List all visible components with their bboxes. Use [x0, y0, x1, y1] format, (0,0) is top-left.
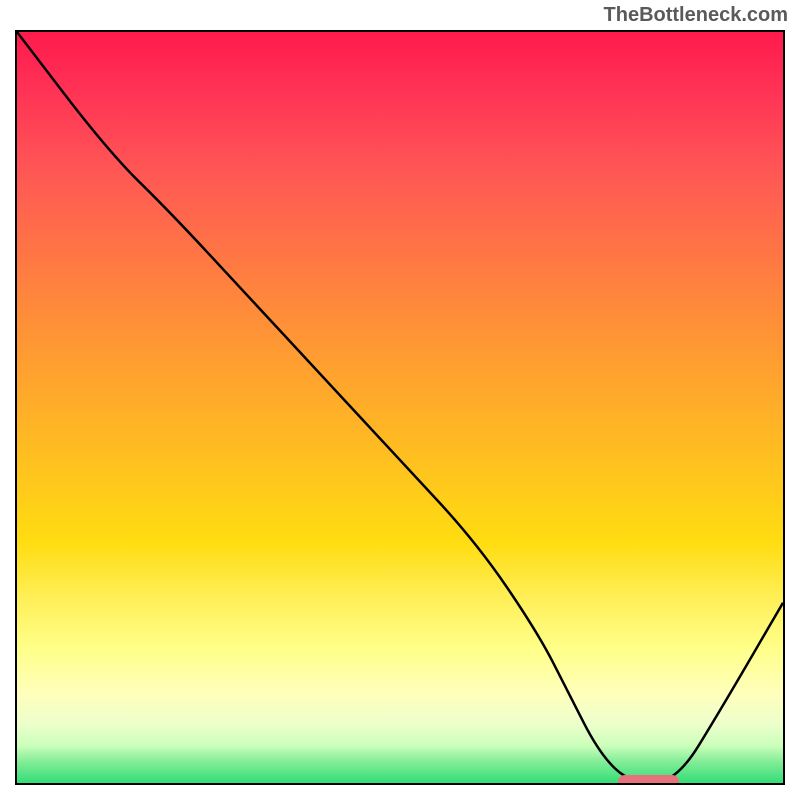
attribution-text: TheBottleneck.com	[604, 4, 788, 27]
bottleneck-curve-svg	[17, 32, 783, 783]
optimal-range-marker	[618, 775, 680, 785]
bottleneck-curve-path	[17, 32, 783, 783]
chart-plot-area	[15, 30, 785, 785]
